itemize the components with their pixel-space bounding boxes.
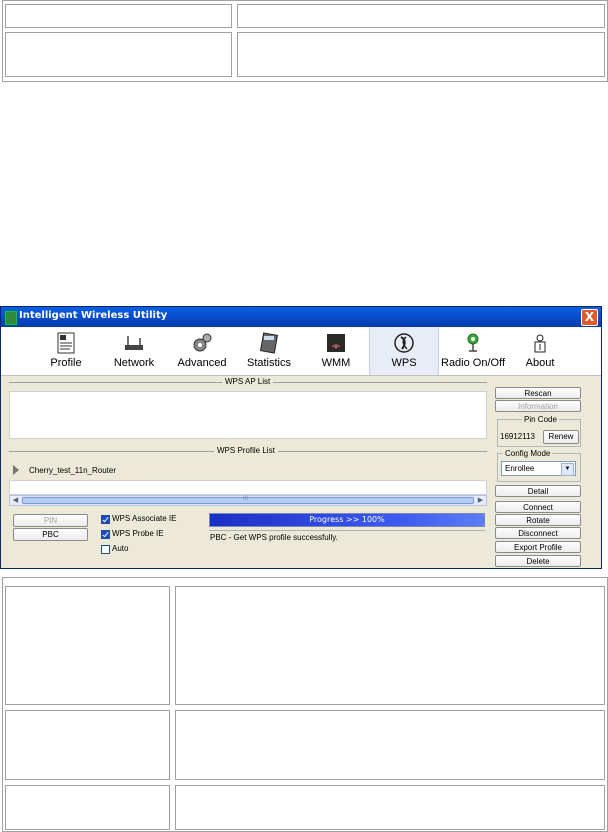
delete-button[interactable]: Delete (495, 555, 581, 567)
wps-ap-list[interactable] (9, 391, 487, 439)
tab-wps[interactable]: WPS (369, 327, 439, 375)
renew-button[interactable]: Renew (543, 430, 579, 444)
tab-label: Profile (50, 357, 82, 369)
profile-list-row[interactable]: Cherry_test_11n_Router (9, 460, 487, 480)
scroll-right-icon[interactable]: ▶ (475, 496, 486, 505)
wps-progress-bar: Progress >> 100% (209, 513, 485, 527)
doc-cell (175, 785, 605, 830)
doc-cell (5, 586, 170, 705)
pin-code-label: Pin Code (522, 415, 559, 424)
tab-label: Statistics (246, 357, 291, 369)
chevron-down-icon[interactable]: ▼ (561, 463, 574, 476)
doc-cell (5, 32, 232, 77)
tab-statistics[interactable]: Statistics (241, 327, 297, 375)
auto-checkbox[interactable] (101, 545, 110, 554)
profile-icon (57, 332, 75, 354)
export-profile-button[interactable]: Export Profile (495, 541, 581, 553)
disconnect-button[interactable]: Disconnect (495, 527, 581, 539)
status-text: PBC - Get WPS profile successfully. (210, 533, 338, 542)
wps-probe-ie-label: WPS Probe IE (112, 529, 164, 538)
config-mode-select[interactable]: Enrollee ▼ (501, 461, 576, 476)
config-mode-value: Enrollee (505, 464, 535, 473)
profile-list-title: WPS Profile List (214, 446, 278, 455)
tab-label: About (525, 357, 555, 369)
wps-associate-ie-checkbox[interactable] (101, 515, 110, 524)
tab-network[interactable]: Network (106, 327, 162, 375)
rotate-button[interactable]: Rotate (495, 514, 581, 526)
doc-cell (175, 710, 605, 780)
wmm-icon (327, 334, 345, 352)
tab-label: Network (113, 357, 155, 369)
about-icon (534, 334, 546, 353)
wps-icon (394, 333, 414, 353)
wps-probe-ie-checkbox[interactable] (101, 530, 110, 539)
rescan-button[interactable]: Rescan (495, 387, 581, 399)
tab-radio[interactable]: Radio On/Off (437, 327, 509, 375)
title-bar: Intelligent Wireless Utility X (1, 307, 601, 327)
tab-advanced[interactable]: Advanced (173, 327, 231, 375)
window-title: Intelligent Wireless Utility (19, 310, 168, 321)
horizontal-scrollbar[interactable]: ◀ III ▶ (9, 495, 487, 506)
doc-cell (5, 4, 232, 28)
tab-wmm[interactable]: WMM (316, 327, 356, 375)
ap-list-title: WPS AP List (222, 377, 274, 386)
connect-button[interactable]: Connect (495, 501, 581, 513)
tab-about[interactable]: About (519, 327, 561, 375)
tab-label: Radio On/Off (441, 357, 505, 369)
auto-label: Auto (112, 544, 129, 553)
pbc-button[interactable]: PBC (13, 528, 88, 541)
scroll-grip: III (243, 496, 249, 502)
profile-item-label: Cherry_test_11n_Router (29, 466, 117, 475)
network-icon (125, 336, 143, 350)
advanced-icon (193, 333, 212, 352)
close-icon[interactable]: X (581, 309, 598, 326)
tab-profile[interactable]: Profile (41, 327, 91, 375)
pin-button[interactable]: PIN (13, 514, 88, 527)
doc-cell (237, 32, 605, 77)
tab-label: Advanced (177, 357, 227, 369)
tab-label: WMM (321, 357, 351, 369)
scroll-thumb[interactable]: III (22, 496, 474, 504)
statistics-icon (259, 332, 279, 354)
doc-cell (175, 586, 605, 705)
doc-cell (5, 785, 170, 830)
detail-button[interactable]: Detail (495, 485, 581, 497)
doc-cell (5, 710, 170, 780)
scroll-left-icon[interactable]: ◀ (10, 496, 21, 505)
app-icon (5, 311, 17, 325)
row-arrow-icon (13, 465, 19, 475)
config-mode-label: Config Mode (503, 449, 553, 458)
information-button[interactable]: Information (495, 400, 581, 412)
wps-associate-ie-label: WPS Associate IE (112, 514, 177, 523)
status-divider (209, 530, 485, 531)
tab-label: WPS (391, 357, 417, 369)
wps-profile-list[interactable] (9, 480, 487, 495)
toolbar: Profile Network Advanced Statistics WMM … (1, 327, 601, 376)
doc-cell (237, 4, 605, 28)
pin-code-value: 16912113 (500, 432, 535, 441)
radio-icon (467, 333, 479, 352)
